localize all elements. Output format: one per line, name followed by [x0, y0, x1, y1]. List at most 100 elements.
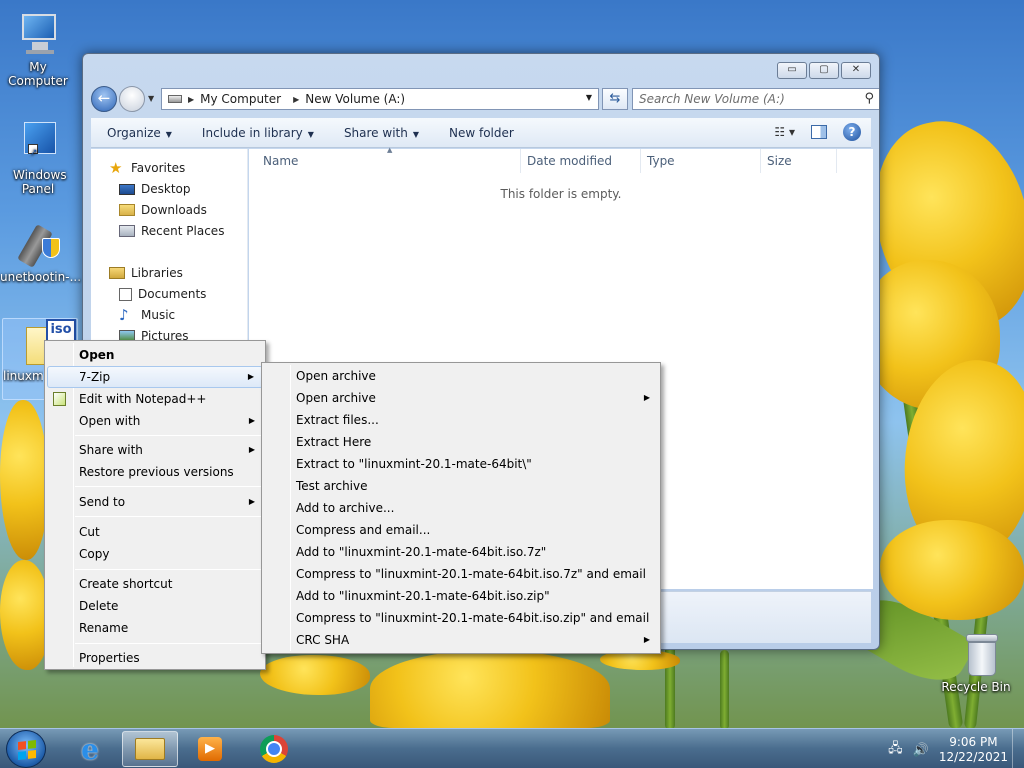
desktop-icon-label: My Computer: [8, 60, 68, 88]
taskbar-internet-explorer[interactable]: e: [62, 731, 118, 767]
nav-recent-places[interactable]: Recent Places: [119, 224, 224, 238]
menu-label: Restore previous versions: [79, 465, 234, 479]
search-placeholder: Search New Volume (A:): [639, 92, 785, 106]
taskbar-media-player[interactable]: ▶: [182, 731, 238, 767]
menu-item-open-archive-sub[interactable]: Open archive ▶: [264, 387, 658, 409]
nav-label: Desktop: [141, 182, 191, 196]
nav-label: Documents: [138, 287, 207, 301]
search-input[interactable]: Search New Volume (A:) ⚲: [632, 88, 879, 110]
help-icon[interactable]: ?: [843, 123, 861, 141]
desktop-icon-my-computer[interactable]: My Computer: [0, 10, 76, 88]
menu-item-add-to-zip[interactable]: Add to "linuxmint-20.1-mate-64bit.iso.zi…: [264, 585, 658, 607]
menu-separator: [75, 569, 261, 570]
menu-item-copy[interactable]: Copy: [47, 543, 263, 565]
menu-item-properties[interactable]: Properties: [47, 647, 263, 669]
menu-label: Create shortcut: [79, 577, 173, 591]
menu-item-open-with[interactable]: Open with ▶: [47, 410, 263, 432]
menu-label: Open archive: [296, 369, 376, 383]
minimize-button[interactable]: ▭: [777, 62, 807, 79]
desktop-icon-unetbootin[interactable]: unetbootin-...: [0, 220, 82, 284]
organize-label: Organize: [107, 125, 161, 140]
address-bar[interactable]: ▶ My Computer ▶ New Volume (A:) ▼: [161, 88, 599, 110]
share-with-button[interactable]: Share with ▼: [328, 126, 433, 140]
control-panel-icon: ↗: [14, 118, 62, 166]
show-desktop-button[interactable]: [1012, 729, 1024, 768]
submenu-arrow-icon: ▶: [248, 416, 255, 425]
new-folder-button[interactable]: New folder: [433, 126, 528, 140]
taskbar: e ▶ 🖧 🔊 9:06 PM 12/22/2021: [0, 728, 1024, 768]
network-icon[interactable]: 🖧: [888, 739, 903, 761]
nav-music[interactable]: ♪ Music: [119, 308, 175, 323]
nav-favorites[interactable]: ★ Favorites: [109, 161, 185, 176]
clock-time: 9:06 PM: [949, 735, 998, 749]
menu-label: Extract to "linuxmint-20.1-mate-64bit\": [296, 457, 532, 471]
menu-item-open-archive[interactable]: Open archive: [264, 365, 658, 387]
nav-desktop[interactable]: Desktop: [119, 182, 191, 196]
menu-item-open[interactable]: Open: [47, 344, 263, 366]
menu-item-7zip[interactable]: 7-Zip ▶: [47, 366, 263, 388]
refresh-button[interactable]: ⇆: [602, 88, 628, 110]
volume-icon[interactable]: 🔊: [913, 743, 929, 758]
address-dropdown[interactable]: ▼: [586, 93, 592, 102]
desktop-icon-windows-panel[interactable]: ↗ Windows Panel: [0, 118, 76, 196]
breadcrumb-new-volume[interactable]: New Volume (A:): [305, 92, 405, 106]
menu-separator: [75, 516, 261, 517]
menu-item-send-to[interactable]: Send to ▶: [47, 491, 263, 513]
nav-label: Downloads: [141, 203, 207, 217]
notepadpp-icon: [53, 392, 66, 406]
desktop-icon-recycle-bin[interactable]: Recycle Bin: [935, 630, 1017, 694]
nav-downloads[interactable]: Downloads: [119, 203, 207, 217]
menu-item-rename[interactable]: Rename: [47, 617, 263, 639]
menu-item-share-with[interactable]: Share with ▶: [47, 439, 263, 461]
menu-item-delete[interactable]: Delete: [47, 595, 263, 617]
usb-installer-icon: [14, 220, 62, 268]
back-button[interactable]: ←: [91, 86, 117, 112]
start-button[interactable]: [6, 730, 46, 768]
menu-label: Test archive: [296, 479, 368, 493]
menu-label: Open archive: [296, 391, 376, 405]
submenu-arrow-icon: ▶: [248, 497, 255, 506]
menu-item-extract-to[interactable]: Extract to "linuxmint-20.1-mate-64bit\": [264, 453, 658, 475]
preview-pane-icon[interactable]: [811, 125, 827, 139]
menu-item-crc-sha[interactable]: CRC SHA ▶: [264, 629, 658, 651]
column-header-date[interactable]: Date modified: [521, 149, 641, 173]
chevron-down-icon: ▼: [412, 129, 419, 139]
desktop-icon-label: unetbootin-...: [0, 270, 82, 284]
empty-folder-message: This folder is empty.: [500, 187, 622, 201]
breadcrumb-my-computer[interactable]: My Computer: [200, 92, 281, 106]
menu-item-test-archive[interactable]: Test archive: [264, 475, 658, 497]
organize-button[interactable]: Organize ▼: [91, 126, 186, 140]
forward-button[interactable]: [119, 86, 145, 112]
refresh-icon: ⇆: [609, 91, 621, 106]
menu-item-add-to-7z[interactable]: Add to "linuxmint-20.1-mate-64bit.iso.7z…: [264, 541, 658, 563]
menu-item-compress-7z-email[interactable]: Compress to "linuxmint-20.1-mate-64bit.i…: [264, 563, 658, 585]
nav-libraries[interactable]: Libraries: [109, 266, 183, 280]
menu-item-compress-email[interactable]: Compress and email...: [264, 519, 658, 541]
menu-item-restore-previous[interactable]: Restore previous versions: [47, 461, 263, 483]
menu-item-add-to-archive[interactable]: Add to archive...: [264, 497, 658, 519]
nav-documents[interactable]: Documents: [119, 287, 206, 301]
column-header-type[interactable]: Type: [641, 149, 761, 173]
menu-item-extract-files[interactable]: Extract files...: [264, 409, 658, 431]
menu-label: Rename: [79, 621, 129, 635]
menu-item-edit-notepadpp[interactable]: Edit with Notepad++: [47, 388, 263, 410]
menu-item-cut[interactable]: Cut: [47, 521, 263, 543]
view-options-icon[interactable]: ☷ ▾: [774, 125, 795, 139]
menu-item-create-shortcut[interactable]: Create shortcut: [47, 573, 263, 595]
view-controls: ☷ ▾ ?: [774, 123, 861, 141]
menu-label: Add to "linuxmint-20.1-mate-64bit.iso.zi…: [296, 589, 550, 603]
menu-item-compress-zip-email[interactable]: Compress to "linuxmint-20.1-mate-64bit.i…: [264, 607, 658, 629]
menu-label: CRC SHA: [296, 633, 350, 647]
taskbar-chrome[interactable]: [246, 731, 302, 767]
menu-item-extract-here[interactable]: Extract Here: [264, 431, 658, 453]
clock[interactable]: 9:06 PM 12/22/2021: [939, 735, 1008, 765]
menu-label: Open: [79, 348, 115, 362]
recent-pages-dropdown[interactable]: ▼: [148, 94, 154, 103]
arrow-left-icon: ←: [97, 89, 111, 107]
close-button[interactable]: ✕: [841, 62, 871, 79]
maximize-button[interactable]: ▢: [809, 62, 839, 79]
column-header-size[interactable]: Size: [761, 149, 837, 173]
include-in-library-button[interactable]: Include in library ▼: [186, 126, 328, 140]
menu-label: Add to "linuxmint-20.1-mate-64bit.iso.7z…: [296, 545, 547, 559]
taskbar-file-explorer[interactable]: [122, 731, 178, 767]
